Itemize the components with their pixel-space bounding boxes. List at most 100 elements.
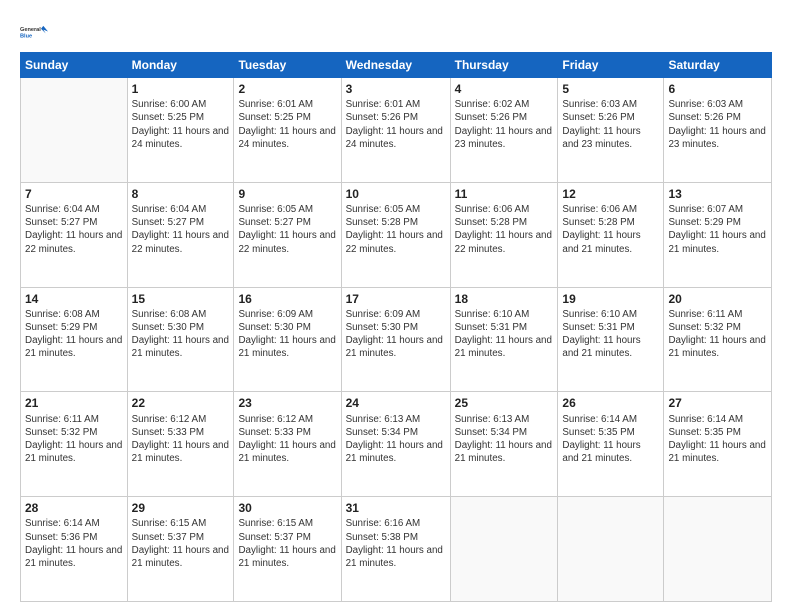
calendar-day: 1Sunrise: 6:00 AM Sunset: 5:25 PM Daylig… <box>127 78 234 183</box>
calendar-day: 27 Sunrise: 6:14 AM Sunset: 5:35 PM Dayli… <box>664 392 772 497</box>
calendar-day <box>558 497 664 602</box>
day-info: Sunrise: 6:06 AM Sunset: 5:28 PM Dayligh… <box>562 203 659 256</box>
day-number: 21 <box>25 395 123 411</box>
day-info: Sunrise: 6:14 AM Sunset: 5:36 PM Dayligh… <box>25 517 123 570</box>
calendar-table: SundayMondayTuesdayWednesdayThursdayFrid… <box>20 52 772 602</box>
day-number: 10 <box>346 186 446 202</box>
day-number: 6 <box>668 81 767 97</box>
calendar-week-4: 28Sunrise: 6:14 AM Sunset: 5:36 PM Dayli… <box>21 497 772 602</box>
day-number: 11 <box>455 186 554 202</box>
calendar-day: 15Sunrise: 6:08 AM Sunset: 5:30 PM Dayli… <box>127 287 234 392</box>
calendar-day: 11Sunrise: 6:06 AM Sunset: 5:28 PM Dayli… <box>450 182 558 287</box>
calendar-day: 25 Sunrise: 6:13 AM Sunset: 5:34 PM Dayli… <box>450 392 558 497</box>
day-number: 19 <box>562 291 659 307</box>
calendar-header: SundayMondayTuesdayWednesdayThursdayFrid… <box>21 53 772 78</box>
calendar-day: 12Sunrise: 6:06 AM Sunset: 5:28 PM Dayli… <box>558 182 664 287</box>
day-info: Sunrise: 6:04 AM Sunset: 5:27 PM Dayligh… <box>132 203 230 256</box>
calendar-day: 26 Sunrise: 6:14 AM Sunset: 5:35 PM Dayli… <box>558 392 664 497</box>
calendar-day: 18Sunrise: 6:10 AM Sunset: 5:31 PM Dayli… <box>450 287 558 392</box>
day-number: 14 <box>25 291 123 307</box>
calendar-day: 3Sunrise: 6:01 AM Sunset: 5:26 PM Daylig… <box>341 78 450 183</box>
day-info: Sunrise: 6:00 AM Sunset: 5:25 PM Dayligh… <box>132 98 230 151</box>
day-info: Sunrise: 6:11 AM Sunset: 5:32 PM Dayligh… <box>668 308 767 361</box>
day-info: Sunrise: 6:05 AM Sunset: 5:28 PM Dayligh… <box>346 203 446 256</box>
day-info: Sunrise: 6:14 AM Sunset: 5:35 PM Dayligh… <box>562 413 659 466</box>
day-number: 12 <box>562 186 659 202</box>
day-info: Sunrise: 6:09 AM Sunset: 5:30 PM Dayligh… <box>346 308 446 361</box>
weekday-header-row: SundayMondayTuesdayWednesdayThursdayFrid… <box>21 53 772 78</box>
day-number: 23 <box>238 395 336 411</box>
calendar-day: 28Sunrise: 6:14 AM Sunset: 5:36 PM Dayli… <box>21 497 128 602</box>
weekday-wednesday: Wednesday <box>341 53 450 78</box>
svg-text:Blue: Blue <box>20 34 32 40</box>
day-info: Sunrise: 6:03 AM Sunset: 5:26 PM Dayligh… <box>562 98 659 151</box>
day-info: Sunrise: 6:04 AM Sunset: 5:27 PM Dayligh… <box>25 203 123 256</box>
calendar-week-3: 21 Sunrise: 6:11 AM Sunset: 5:32 PM Dayli… <box>21 392 772 497</box>
day-info: Sunrise: 6:01 AM Sunset: 5:25 PM Dayligh… <box>238 98 336 151</box>
weekday-friday: Friday <box>558 53 664 78</box>
day-info: Sunrise: 6:11 AM Sunset: 5:32 PM Dayligh… <box>25 413 123 466</box>
day-number: 16 <box>238 291 336 307</box>
calendar-day: 4Sunrise: 6:02 AM Sunset: 5:26 PM Daylig… <box>450 78 558 183</box>
calendar-day: 24Sunrise: 6:13 AM Sunset: 5:34 PM Dayli… <box>341 392 450 497</box>
weekday-thursday: Thursday <box>450 53 558 78</box>
calendar-day: 20Sunrise: 6:11 AM Sunset: 5:32 PM Dayli… <box>664 287 772 392</box>
calendar-day: 30Sunrise: 6:15 AM Sunset: 5:37 PM Dayli… <box>234 497 341 602</box>
logo: GeneralBlue <box>20 18 48 46</box>
calendar-day: 6Sunrise: 6:03 AM Sunset: 5:26 PM Daylig… <box>664 78 772 183</box>
day-number: 5 <box>562 81 659 97</box>
day-info: Sunrise: 6:03 AM Sunset: 5:26 PM Dayligh… <box>668 98 767 151</box>
svg-text:General: General <box>20 27 41 33</box>
calendar-week-0: 1Sunrise: 6:00 AM Sunset: 5:25 PM Daylig… <box>21 78 772 183</box>
day-number: 15 <box>132 291 230 307</box>
day-info: Sunrise: 6:13 AM Sunset: 5:34 PM Dayligh… <box>346 413 446 466</box>
day-number: 20 <box>668 291 767 307</box>
day-number: 22 <box>132 395 230 411</box>
calendar-day: 5Sunrise: 6:03 AM Sunset: 5:26 PM Daylig… <box>558 78 664 183</box>
day-number: 1 <box>132 81 230 97</box>
day-info: Sunrise: 6:08 AM Sunset: 5:29 PM Dayligh… <box>25 308 123 361</box>
day-number: 25 <box>455 395 554 411</box>
calendar-day: 21 Sunrise: 6:11 AM Sunset: 5:32 PM Dayli… <box>21 392 128 497</box>
weekday-sunday: Sunday <box>21 53 128 78</box>
day-number: 30 <box>238 500 336 516</box>
day-info: Sunrise: 6:13 AM Sunset: 5:34 PM Dayligh… <box>455 413 554 466</box>
day-info: Sunrise: 6:12 AM Sunset: 5:33 PM Dayligh… <box>238 413 336 466</box>
calendar-day: 23 Sunrise: 6:12 AM Sunset: 5:33 PM Dayli… <box>234 392 341 497</box>
calendar-day: 29Sunrise: 6:15 AM Sunset: 5:37 PM Dayli… <box>127 497 234 602</box>
calendar-day: 31Sunrise: 6:16 AM Sunset: 5:38 PM Dayli… <box>341 497 450 602</box>
day-number: 9 <box>238 186 336 202</box>
day-number: 7 <box>25 186 123 202</box>
calendar-body: 1Sunrise: 6:00 AM Sunset: 5:25 PM Daylig… <box>21 78 772 602</box>
calendar-day <box>450 497 558 602</box>
day-info: Sunrise: 6:14 AM Sunset: 5:35 PM Dayligh… <box>668 413 767 466</box>
header: GeneralBlue <box>20 18 772 46</box>
day-number: 26 <box>562 395 659 411</box>
day-number: 13 <box>668 186 767 202</box>
day-info: Sunrise: 6:07 AM Sunset: 5:29 PM Dayligh… <box>668 203 767 256</box>
calendar-day: 14Sunrise: 6:08 AM Sunset: 5:29 PM Dayli… <box>21 287 128 392</box>
day-number: 17 <box>346 291 446 307</box>
calendar-day: 9Sunrise: 6:05 AM Sunset: 5:27 PM Daylig… <box>234 182 341 287</box>
day-info: Sunrise: 6:16 AM Sunset: 5:38 PM Dayligh… <box>346 517 446 570</box>
day-number: 8 <box>132 186 230 202</box>
day-info: Sunrise: 6:09 AM Sunset: 5:30 PM Dayligh… <box>238 308 336 361</box>
calendar-day: 13Sunrise: 6:07 AM Sunset: 5:29 PM Dayli… <box>664 182 772 287</box>
day-info: Sunrise: 6:15 AM Sunset: 5:37 PM Dayligh… <box>132 517 230 570</box>
calendar-week-2: 14Sunrise: 6:08 AM Sunset: 5:29 PM Dayli… <box>21 287 772 392</box>
day-info: Sunrise: 6:05 AM Sunset: 5:27 PM Dayligh… <box>238 203 336 256</box>
page: GeneralBlue SundayMondayTuesdayWednesday… <box>0 0 792 612</box>
day-number: 28 <box>25 500 123 516</box>
day-info: Sunrise: 6:08 AM Sunset: 5:30 PM Dayligh… <box>132 308 230 361</box>
day-info: Sunrise: 6:10 AM Sunset: 5:31 PM Dayligh… <box>562 308 659 361</box>
weekday-saturday: Saturday <box>664 53 772 78</box>
weekday-monday: Monday <box>127 53 234 78</box>
day-number: 29 <box>132 500 230 516</box>
calendar-day: 2Sunrise: 6:01 AM Sunset: 5:25 PM Daylig… <box>234 78 341 183</box>
day-number: 3 <box>346 81 446 97</box>
calendar-day: 8Sunrise: 6:04 AM Sunset: 5:27 PM Daylig… <box>127 182 234 287</box>
day-info: Sunrise: 6:06 AM Sunset: 5:28 PM Dayligh… <box>455 203 554 256</box>
weekday-tuesday: Tuesday <box>234 53 341 78</box>
calendar-day: 19Sunrise: 6:10 AM Sunset: 5:31 PM Dayli… <box>558 287 664 392</box>
day-number: 27 <box>668 395 767 411</box>
